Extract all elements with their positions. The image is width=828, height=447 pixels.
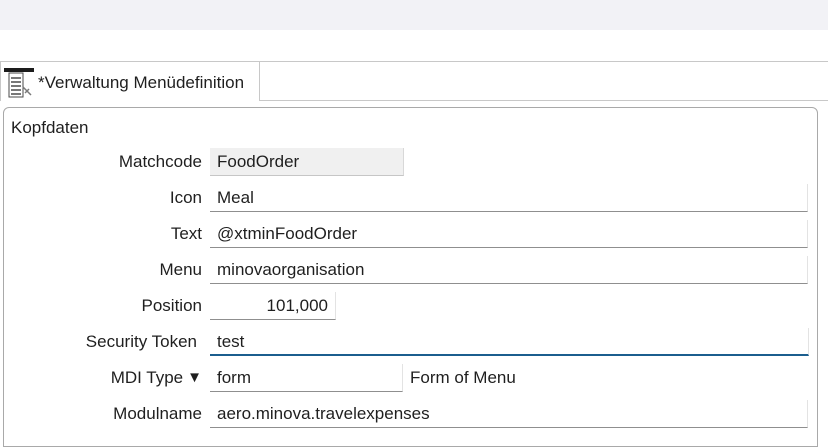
text-label: Text	[170, 224, 202, 243]
matchcode-field[interactable]: FoodOrder	[210, 148, 404, 176]
tab-verwaltung-menuedefinition[interactable]: *Verwaltung Menüdefinition	[0, 61, 260, 101]
matchcode-label: Matchcode	[118, 152, 202, 171]
mdi-type-label-text: MDI Type	[110, 368, 184, 387]
mdi-type-label[interactable]: MDI Type ▼	[82, 364, 202, 393]
security-token-field[interactable]: test	[210, 328, 809, 356]
menu-label: Menu	[159, 260, 202, 279]
modulname-field[interactable]: aero.minova.travelexpenses	[210, 400, 808, 428]
menu-definition-icon	[4, 68, 34, 98]
dropdown-arrow-icon[interactable]: ▼	[187, 364, 202, 392]
section-title: Kopfdaten	[11, 118, 89, 137]
security-token-label: Security Token	[85, 332, 197, 351]
icon-field[interactable]: Meal	[210, 184, 808, 212]
icon-label: Icon	[169, 188, 202, 207]
tab-content-border	[260, 100, 828, 101]
position-label: Position	[141, 296, 202, 315]
top-toolbar-area	[0, 0, 828, 30]
menu-field[interactable]: minovaorganisation	[210, 256, 808, 284]
position-field[interactable]: 101,000	[210, 292, 336, 320]
modulname-label: Modulname	[113, 404, 202, 423]
tab-title: *Verwaltung Menüdefinition	[38, 73, 245, 92]
mdi-type-field[interactable]: form	[210, 364, 403, 392]
text-field[interactable]: @xtminFoodOrder	[210, 220, 808, 248]
mdi-type-description: Form of Menu	[410, 368, 516, 387]
